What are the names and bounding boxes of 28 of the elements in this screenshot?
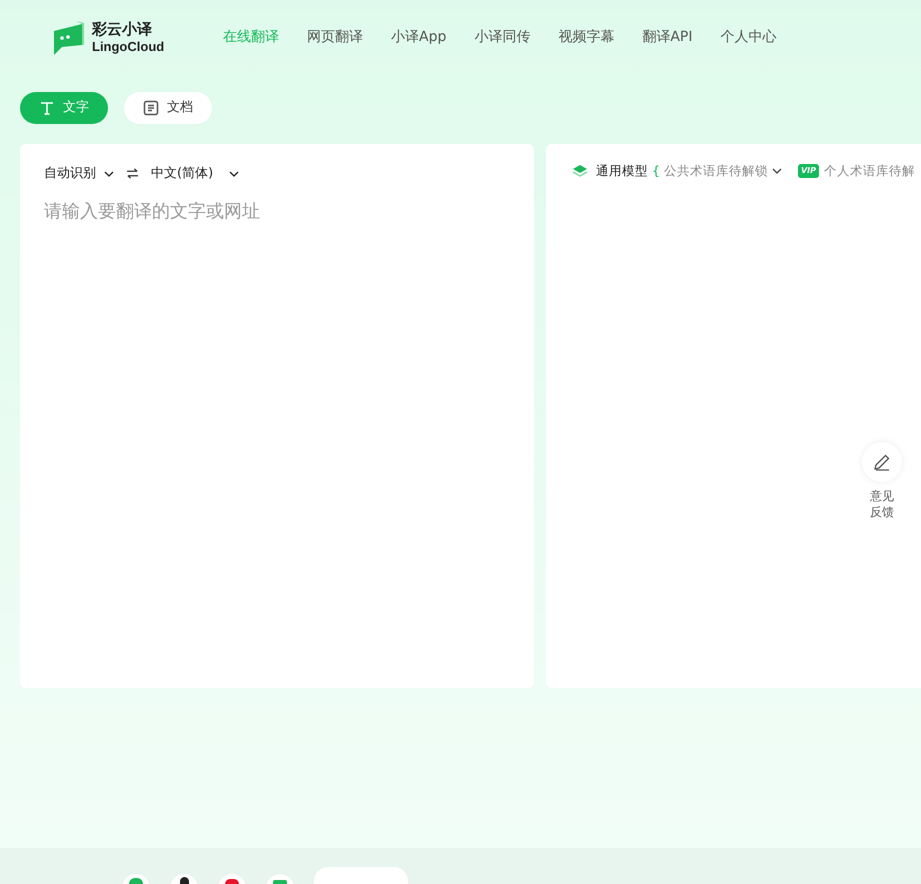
speech-bubble-logo-icon bbox=[54, 20, 84, 54]
nav-link[interactable]: 小译同传 bbox=[474, 27, 530, 48]
source-language-dropdown[interactable]: 自动识别 bbox=[44, 164, 114, 184]
feedback-button[interactable] bbox=[862, 442, 902, 482]
nav-link[interactable]: 个人中心 bbox=[720, 27, 777, 48]
layers-icon bbox=[572, 164, 588, 178]
swap-icon[interactable] bbox=[126, 168, 139, 180]
chevron-down-icon bbox=[772, 168, 782, 174]
personal-glossary-label[interactable]: 个人术语库待解 bbox=[824, 162, 915, 181]
document-icon bbox=[143, 100, 159, 116]
text-icon bbox=[39, 100, 55, 116]
nav-link[interactable]: 翻译API bbox=[642, 27, 693, 48]
chevron-down-icon bbox=[229, 170, 240, 177]
nav-link[interactable]: 小译App bbox=[391, 27, 446, 48]
chevron-down-icon bbox=[104, 170, 114, 177]
target-language-dropdown[interactable]: 中文(简体) bbox=[151, 164, 240, 184]
logo-name: 彩云小译 bbox=[92, 20, 153, 38]
public-glossary-dropdown[interactable]: 公共术语库待解锁 bbox=[664, 162, 782, 181]
feedback-label[interactable]: 意见反馈 bbox=[869, 488, 895, 520]
mode-tab[interactable]: 文档 bbox=[124, 92, 212, 124]
vip-badge: VIP bbox=[798, 164, 819, 178]
logo-subtitle: LingoCloud bbox=[92, 38, 164, 54]
bracket-mark: { bbox=[652, 162, 660, 180]
pencil-icon bbox=[872, 452, 892, 472]
nav-link[interactable]: 视频字幕 bbox=[558, 27, 614, 48]
source-text-field[interactable]: 自动识别 中文(简体) 请输入要翻译的文字或网址 bbox=[20, 144, 534, 688]
nav-link[interactable]: 网页翻译 bbox=[307, 27, 363, 48]
model-label[interactable]: 通用模型 bbox=[596, 162, 648, 181]
